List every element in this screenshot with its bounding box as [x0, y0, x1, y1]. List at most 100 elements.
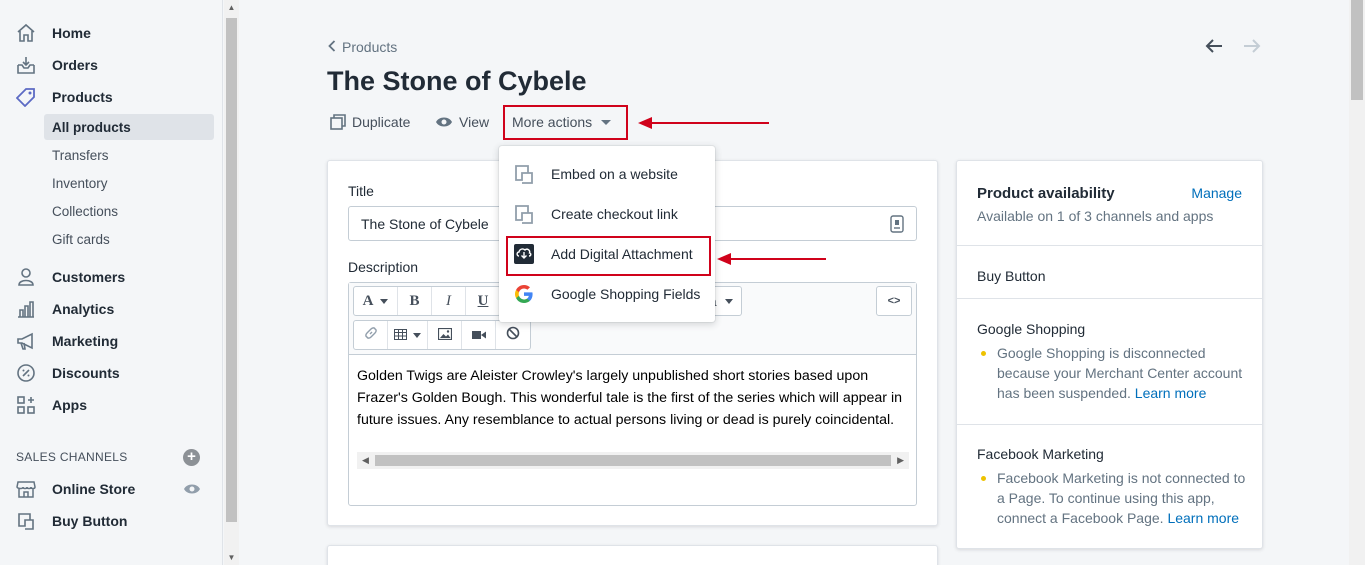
- facebook-learn-more-link[interactable]: Learn more: [1167, 510, 1239, 526]
- sub-collections-label: Collections: [52, 203, 119, 219]
- code-view-button[interactable]: <>: [877, 287, 911, 315]
- nav-apps[interactable]: Apps: [0, 391, 223, 419]
- sub-transfers-label: Transfers: [52, 147, 109, 163]
- password-manager-icon[interactable]: [890, 215, 904, 238]
- manage-link[interactable]: Manage: [1191, 185, 1242, 201]
- channel-online-store-label: Online Store: [52, 481, 136, 497]
- editor-horizontal-scrollbar[interactable]: ◀ ▶: [357, 452, 909, 469]
- sub-collections[interactable]: Collections: [44, 198, 214, 224]
- google-learn-more-link[interactable]: Learn more: [1135, 385, 1207, 401]
- nav-discounts[interactable]: Discounts: [0, 359, 223, 387]
- video-icon: [471, 327, 486, 344]
- annotation-highlight-digital-attachment: [506, 236, 711, 276]
- nav-home-label: Home: [52, 25, 91, 41]
- facebook-heading: Facebook Marketing: [977, 446, 1104, 462]
- sidebar-scroll-up-icon[interactable]: ▲: [226, 3, 237, 15]
- sidebar-scroll-down-icon[interactable]: ▼: [226, 553, 237, 565]
- add-channel-icon[interactable]: +: [183, 449, 200, 466]
- facebook-section: Facebook Marketing Facebook Marketing is…: [957, 425, 1262, 549]
- buy-button-section: Buy Button: [957, 246, 1262, 299]
- clear-formatting-button[interactable]: [496, 321, 530, 349]
- bold-button[interactable]: B: [398, 287, 432, 315]
- checkout-link-icon: [513, 203, 535, 225]
- embed-icon: [513, 163, 535, 185]
- sidebar-scroll-thumb[interactable]: [226, 18, 237, 522]
- annotation-arrow-line: [730, 258, 826, 260]
- breadcrumb-label: Products: [342, 39, 398, 55]
- nav-customers[interactable]: Customers: [0, 263, 223, 291]
- orders-icon: [16, 55, 36, 75]
- underline-button-label: U: [477, 292, 489, 309]
- nav-orders-label: Orders: [52, 57, 98, 73]
- caret-down-icon: [380, 298, 389, 304]
- underline-button[interactable]: U: [466, 287, 500, 315]
- insert-group: [353, 320, 531, 350]
- annotation-highlight-more-actions: [503, 105, 628, 140]
- link-icon: [364, 326, 378, 344]
- nav-analytics-label: Analytics: [52, 301, 115, 317]
- sub-all-products-label: All products: [52, 119, 131, 135]
- description-text[interactable]: Golden Twigs are Aleister Crowley's larg…: [357, 365, 909, 431]
- duplicate-button[interactable]: Duplicate: [330, 114, 410, 130]
- title-label: Title: [348, 183, 374, 199]
- buy-button-channel: Buy Button: [977, 268, 1046, 284]
- availability-subtitle: Available on 1 of 3 channels and apps: [977, 208, 1214, 224]
- scroll-left-icon[interactable]: ◀: [362, 455, 369, 466]
- eye-icon[interactable]: [183, 482, 201, 501]
- nav-orders[interactable]: Orders: [0, 51, 223, 79]
- sub-transfers[interactable]: Transfers: [44, 142, 214, 168]
- title-input-value: The Stone of Cybele: [361, 216, 489, 232]
- next-card: [327, 545, 938, 565]
- embed-on-website-item[interactable]: Embed on a website: [499, 156, 715, 192]
- sub-gift-cards-label: Gift cards: [52, 231, 110, 247]
- create-checkout-link-label: Create checkout link: [551, 206, 678, 222]
- caret-down-icon: [724, 298, 733, 304]
- sub-gift-cards[interactable]: Gift cards: [44, 226, 214, 252]
- nav-products[interactable]: Products: [0, 83, 223, 111]
- format-group: A B I U: [353, 286, 501, 316]
- google-shopping-fields-label: Google Shopping Fields: [551, 286, 701, 302]
- breadcrumb[interactable]: Products: [328, 39, 397, 55]
- create-checkout-link-item[interactable]: Create checkout link: [499, 196, 715, 232]
- annotation-arrow-head: [717, 253, 731, 265]
- google-shopping-heading: Google Shopping: [977, 321, 1086, 337]
- nav-analytics[interactable]: Analytics: [0, 295, 223, 323]
- embed-on-website-label: Embed on a website: [551, 166, 678, 182]
- chevron-left-icon: [328, 39, 336, 55]
- nav-marketing[interactable]: Marketing: [0, 327, 223, 355]
- google-shopping-fields-item[interactable]: Google Shopping Fields: [499, 276, 715, 312]
- google-shopping-message: Google Shopping is disconnected because …: [977, 343, 1247, 403]
- eye-icon: [435, 115, 453, 129]
- video-button[interactable]: [462, 321, 496, 349]
- nav-marketing-label: Marketing: [52, 333, 119, 349]
- store-icon: [16, 479, 36, 499]
- main-scroll-thumb[interactable]: [1351, 0, 1363, 100]
- clear-formatting-icon: [506, 326, 520, 344]
- buy-button-icon: [16, 511, 36, 531]
- annotation-arrow-head: [638, 117, 652, 129]
- italic-button[interactable]: I: [432, 287, 466, 315]
- apps-icon: [16, 395, 36, 415]
- nav-apps-label: Apps: [52, 397, 87, 413]
- google-icon: [513, 283, 535, 305]
- channel-buy-button-label: Buy Button: [52, 513, 128, 529]
- sub-inventory[interactable]: Inventory: [44, 170, 214, 196]
- channel-buy-button[interactable]: Buy Button: [0, 507, 223, 535]
- sub-inventory-label: Inventory: [52, 175, 108, 191]
- sidebar: Home Orders Products All products Transf…: [0, 0, 223, 565]
- table-button[interactable]: [388, 321, 428, 349]
- scroll-right-icon[interactable]: ▶: [897, 455, 904, 466]
- link-button[interactable]: [354, 321, 388, 349]
- availability-header: Product availability Manage Available on…: [957, 161, 1262, 246]
- bar-chart-icon: [16, 299, 36, 319]
- font-button[interactable]: A: [354, 287, 398, 315]
- view-label: View: [459, 114, 490, 130]
- caret-down-icon: [413, 332, 421, 338]
- nav-home[interactable]: Home: [0, 19, 223, 47]
- view-button[interactable]: View: [435, 114, 489, 130]
- image-button[interactable]: [428, 321, 462, 349]
- arrow-left-icon[interactable]: [1204, 36, 1224, 62]
- sales-channels-heading: SALES CHANNELS: [16, 450, 128, 464]
- sub-all-products[interactable]: All products: [44, 114, 214, 140]
- editor-scroll-thumb[interactable]: [375, 455, 891, 466]
